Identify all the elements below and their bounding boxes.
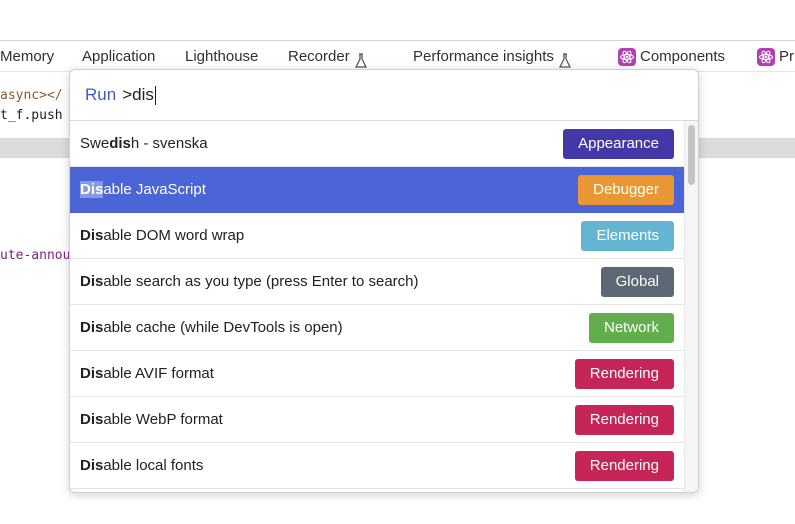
tab-label: Application: [82, 48, 156, 65]
scrollbar-thumb[interactable]: [688, 125, 695, 185]
tab-label: Recorder: [288, 48, 350, 65]
label-match: dis: [109, 135, 131, 152]
text-caret: [154, 85, 156, 105]
flask-icon: [558, 49, 572, 68]
label-suffix: able JavaScript: [103, 181, 206, 198]
tab-application[interactable]: Application: [82, 41, 156, 71]
react-icon: [618, 47, 636, 66]
category-badge: Rendering: [574, 359, 674, 389]
category-badge: Rendering: [574, 405, 674, 435]
label-suffix: able local fonts: [103, 457, 204, 474]
category-badge: Rendering: [574, 451, 674, 481]
label-suffix: able AVIF format: [103, 365, 214, 382]
category-badge: Debugger: [578, 175, 674, 205]
command-list: Swedish - svenska Appearance Disable JavaS…: [70, 121, 684, 492]
devtools-tab-strip: Memory Application Lighthouse Recorder P…: [0, 40, 795, 72]
tab-label: Components: [640, 48, 726, 65]
category-badge: Appearance: [563, 129, 674, 159]
code-line: t_f.push: [0, 108, 63, 123]
label-suffix: able cache (while DevTools is open): [103, 319, 343, 336]
command-item[interactable]: Disable search as you type (press Enter …: [70, 259, 684, 305]
category-badge: Global: [600, 267, 674, 297]
command-item[interactable]: Swedish - svenska Appearance: [70, 121, 684, 167]
label-suffix: able DOM word wrap: [103, 227, 245, 244]
label-match: Dis: [80, 273, 104, 290]
label-match: Dis: [80, 365, 104, 382]
command-input[interactable]: >dis: [122, 85, 154, 105]
command-prompt[interactable]: Run >dis: [70, 70, 698, 121]
tab-label: Lighthouse: [185, 48, 259, 65]
prompt-label: Run: [85, 85, 117, 104]
flask-icon: [354, 49, 368, 68]
command-item[interactable]: Disable JavaScript Debugger: [70, 167, 684, 213]
tab-label: Pr: [779, 48, 794, 65]
code-line: async></: [0, 88, 63, 103]
command-item[interactable]: Disable local fonts Rendering: [70, 443, 684, 489]
top-bar: [0, 0, 795, 40]
label-match: Dis: [80, 181, 104, 198]
category-badge: Elements: [581, 221, 674, 251]
command-palette: Run >dis Swedish - svenska Appearance Disa…: [69, 69, 699, 493]
tab-recorder[interactable]: Recorder: [288, 41, 368, 71]
label-prefix: Swe: [80, 135, 110, 152]
label-match: Dis: [80, 411, 104, 428]
command-item[interactable]: Disable DOM word wrap Elements: [70, 213, 684, 259]
tab-components[interactable]: Components: [618, 41, 726, 71]
command-item[interactable]: Disable AVIF format Rendering: [70, 351, 684, 397]
category-badge: Network: [588, 313, 674, 343]
command-item[interactable]: Disable WebP format Rendering: [70, 397, 684, 443]
tab-label: Performance insights: [413, 48, 554, 65]
command-item-label: Disable search as you type (press Enter …: [80, 273, 684, 290]
tab-memory[interactable]: Memory: [0, 41, 55, 71]
tab-profiler[interactable]: Pr: [757, 41, 794, 71]
react-icon: [757, 47, 775, 66]
scrollbar[interactable]: [684, 121, 698, 492]
label-match: Dis: [80, 457, 104, 474]
label-match: Dis: [80, 227, 104, 244]
tab-lighthouse[interactable]: Lighthouse: [185, 41, 259, 71]
code-line: ute-annou: [0, 248, 71, 263]
command-item[interactable]: Disable cache (while DevTools is open) Ne…: [70, 305, 684, 351]
label-suffix: able WebP format: [103, 411, 223, 428]
tab-performance-insights[interactable]: Performance insights: [413, 41, 572, 71]
tab-label: Memory: [0, 48, 55, 65]
label-suffix: h - svenska: [130, 135, 208, 152]
label-match: Dis: [80, 319, 104, 336]
label-suffix: able search as you type (press Enter to …: [103, 273, 419, 290]
